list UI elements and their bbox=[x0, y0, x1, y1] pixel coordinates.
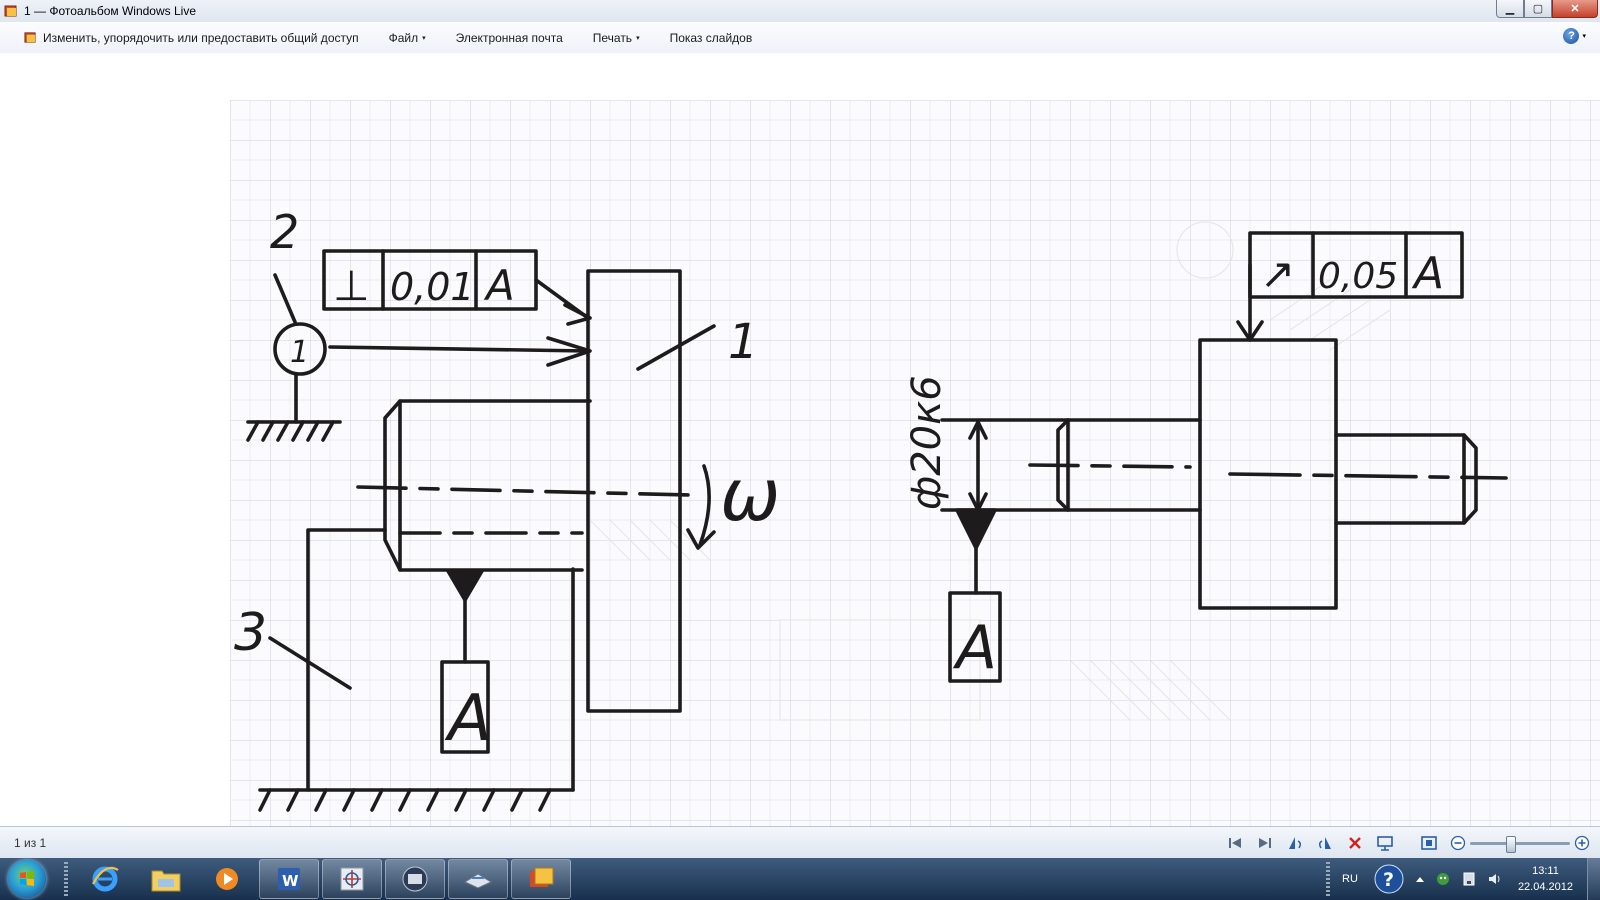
antivirus-icon bbox=[1436, 873, 1449, 885]
tray-grip bbox=[1326, 862, 1331, 896]
volume-tray-button[interactable] bbox=[1487, 871, 1503, 887]
chevron-down-icon: ▾ bbox=[422, 34, 426, 42]
clock[interactable]: 13:11 22.04.2012 bbox=[1518, 863, 1573, 895]
delete-button[interactable] bbox=[1340, 831, 1370, 855]
next-icon bbox=[1259, 838, 1271, 848]
taskbar-word[interactable]: W bbox=[259, 859, 319, 899]
taskbar-explorer[interactable] bbox=[137, 860, 195, 898]
zoom-slider[interactable] bbox=[1470, 835, 1570, 853]
zoom-slider-thumb[interactable] bbox=[1506, 835, 1516, 853]
rotate-left-button[interactable] bbox=[1280, 831, 1310, 855]
datum-ref-left: A bbox=[483, 261, 515, 310]
menu-label: Печать bbox=[592, 30, 633, 45]
photo-gallery-icon bbox=[530, 867, 554, 887]
status-bar: 1 из 1 bbox=[0, 826, 1600, 859]
previous-button[interactable] bbox=[1220, 831, 1250, 855]
zoom-out-icon[interactable] bbox=[1450, 835, 1466, 851]
gauge-label: 1 bbox=[290, 335, 309, 370]
taskbar-grip bbox=[64, 862, 68, 896]
omega-label: ω bbox=[720, 453, 780, 537]
internet-explorer-icon bbox=[92, 866, 119, 892]
edit-organize-share-menu[interactable]: Изменить, упорядочить или предоставить о… bbox=[0, 22, 374, 53]
rotate-right-button[interactable] bbox=[1310, 831, 1340, 855]
antivirus-tray-button[interactable] bbox=[1435, 871, 1451, 887]
taskbar: W RU ? 13:11 22.04.2012 bbox=[0, 858, 1600, 900]
language-indicator[interactable]: RU bbox=[1342, 873, 1358, 885]
next-button[interactable] bbox=[1250, 831, 1280, 855]
maximize-button[interactable]: ▢ bbox=[1524, 0, 1552, 18]
datum-label-left: A bbox=[444, 682, 492, 756]
previous-icon bbox=[1229, 838, 1241, 848]
taskbar-compass-app[interactable] bbox=[322, 859, 382, 899]
chevron-down-icon: ▾ bbox=[1582, 33, 1586, 40]
slideshow-button[interactable] bbox=[1370, 831, 1400, 855]
menu-label: Изменить, упорядочить или предоставить о… bbox=[43, 30, 359, 45]
actual-size-button[interactable] bbox=[1414, 831, 1444, 855]
diameter-dimension: ф20к6 bbox=[904, 375, 950, 510]
windows-logo-icon bbox=[20, 871, 34, 886]
email-menu[interactable]: Электронная почта bbox=[441, 22, 578, 53]
system-tray: RU ? 13:11 22.04.2012 bbox=[1320, 858, 1600, 900]
clock-time: 13:11 bbox=[1532, 865, 1559, 877]
taskbar-photo-gallery[interactable] bbox=[511, 859, 571, 899]
menu-label: Электронная почта bbox=[455, 30, 563, 45]
photo-gallery-icon bbox=[24, 32, 36, 43]
volume-icon bbox=[1488, 874, 1500, 884]
help-tray-button[interactable]: ? bbox=[1373, 863, 1405, 895]
callout-3: 3 bbox=[234, 603, 267, 663]
explorer-folder-icon bbox=[151, 870, 181, 892]
close-button[interactable]: ✕ bbox=[1552, 0, 1598, 18]
scanner-tray-icon bbox=[463, 873, 493, 889]
show-hidden-icons-button[interactable] bbox=[1415, 875, 1425, 883]
taskbar-scanner-app[interactable] bbox=[385, 859, 445, 899]
taskbar-media-player[interactable] bbox=[198, 860, 256, 898]
rotate-left-icon bbox=[1289, 837, 1302, 849]
datum-label-right: A bbox=[952, 613, 997, 683]
media-player-icon bbox=[216, 868, 238, 890]
start-button[interactable] bbox=[8, 860, 46, 898]
chevron-up-icon bbox=[1415, 877, 1424, 882]
slideshow-menu[interactable]: Показ слайдов bbox=[655, 22, 768, 53]
perpendicularity-symbol: ⊥ bbox=[333, 261, 370, 310]
runout-symbol: ↗ bbox=[1260, 249, 1295, 298]
photo-counter: 1 из 1 bbox=[14, 836, 47, 850]
fit-to-window-icon bbox=[1421, 836, 1437, 850]
chevron-down-icon: ▾ bbox=[636, 34, 640, 42]
zoom-control bbox=[1450, 835, 1590, 853]
device-tray-button[interactable] bbox=[1461, 871, 1477, 887]
scanned-drawing: ⊥ 0,01 A 1 2 1 3 ω A ↗ 0,05 A ф20к6 A bbox=[230, 100, 1600, 826]
callout-1: 1 bbox=[728, 314, 759, 370]
tolerance-value-left: 0,01 bbox=[390, 265, 475, 309]
rotate-right-icon bbox=[1318, 837, 1331, 849]
delete-icon bbox=[1349, 837, 1361, 849]
tolerance-value-right: 0,05 bbox=[1318, 256, 1398, 297]
clock-date: 22.04.2012 bbox=[1517, 881, 1573, 893]
menu-label: Показ слайдов bbox=[669, 30, 753, 45]
compass-app-icon bbox=[340, 867, 364, 891]
title-bar: 1 — Фотоальбом Windows Live ▁ ▢ ✕ bbox=[0, 0, 1600, 22]
svg-text:?: ? bbox=[1383, 869, 1394, 891]
file-menu[interactable]: Файл ▾ bbox=[374, 22, 441, 53]
callout-2: 2 bbox=[270, 205, 299, 259]
command-bar: Изменить, упорядочить или предоставить о… bbox=[0, 22, 1600, 54]
zoom-in-icon[interactable] bbox=[1574, 835, 1590, 851]
help-icon: ? bbox=[1374, 864, 1404, 894]
datum-ref-right: A bbox=[1411, 248, 1444, 299]
help-button[interactable]: ? ▾ bbox=[1563, 28, 1586, 44]
svg-text:W: W bbox=[282, 872, 299, 890]
menu-label: Файл bbox=[388, 30, 419, 45]
taskbar-scanner-tray[interactable] bbox=[448, 859, 508, 899]
photo-gallery-icon bbox=[4, 5, 17, 17]
taskbar-ie[interactable] bbox=[76, 860, 134, 898]
show-desktop-button[interactable] bbox=[1587, 858, 1600, 900]
slideshow-icon bbox=[1377, 836, 1393, 851]
scanner-app-icon bbox=[402, 866, 428, 892]
removable-device-icon bbox=[1463, 872, 1475, 886]
print-menu[interactable]: Печать ▾ bbox=[578, 22, 655, 53]
minimize-button[interactable]: ▁ bbox=[1496, 0, 1524, 18]
word-icon: W bbox=[278, 868, 300, 890]
help-icon: ? bbox=[1563, 28, 1580, 44]
window-title: 1 — Фотоальбом Windows Live bbox=[24, 4, 196, 18]
photo-viewer[interactable]: ⊥ 0,01 A 1 2 1 3 ω A ↗ 0,05 A ф20к6 A bbox=[0, 53, 1600, 826]
